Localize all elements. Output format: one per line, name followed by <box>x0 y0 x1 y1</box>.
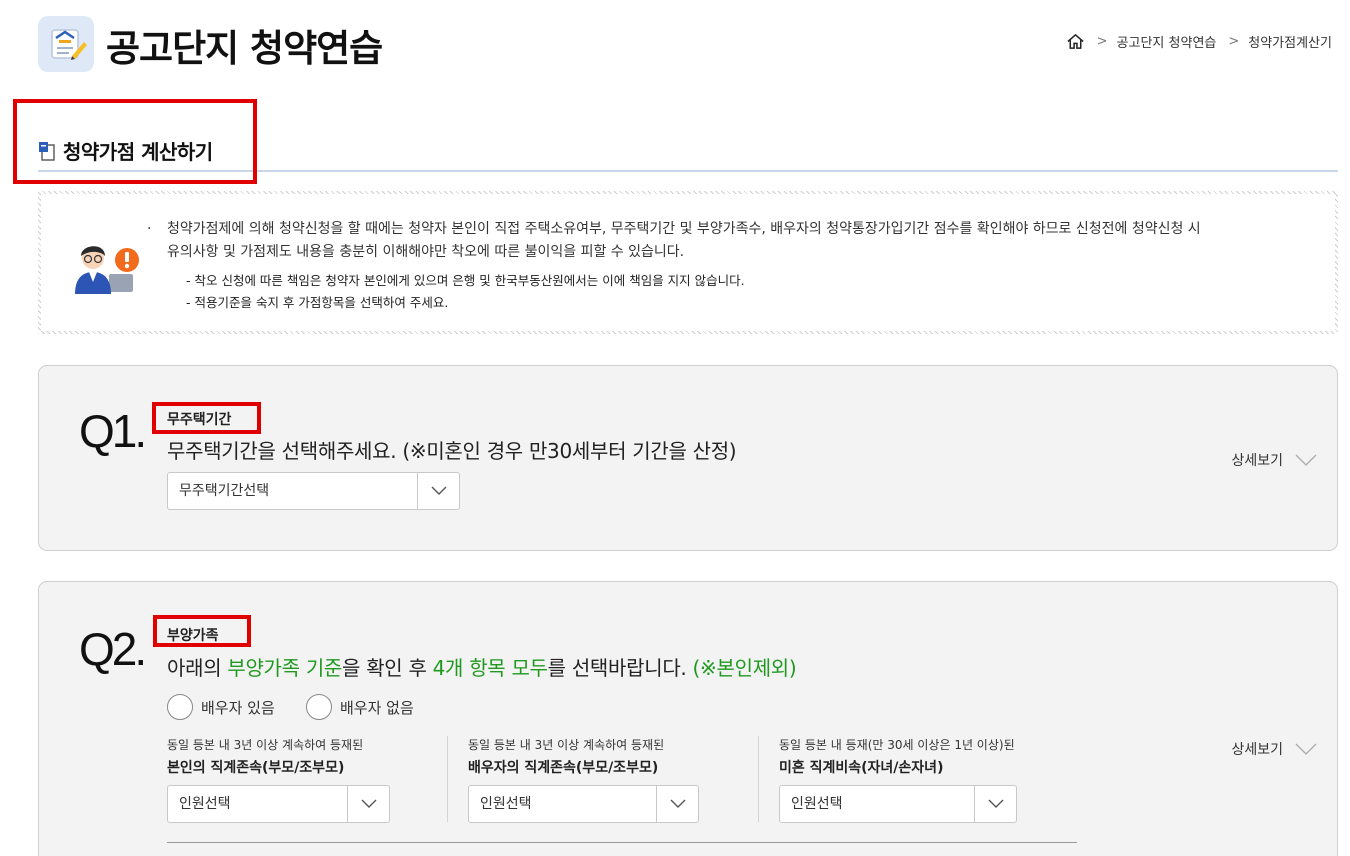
q2-detail-toggle[interactable]: 상세보기 <box>1231 739 1317 759</box>
column-desc: 동일 등본 내 3년 이상 계속하여 등재된 <box>468 738 665 752</box>
column-desc: 동일 등본 내 3년 이상 계속하여 등재된 <box>167 738 364 752</box>
family-column-self-ancestors: 동일 등본 내 3년 이상 계속하여 등재된 본인의 직계존속(부모/조부모) <box>167 736 363 777</box>
q2-divider <box>167 842 1077 843</box>
chevron-down-icon[interactable] <box>417 473 459 509</box>
chevron-down-icon <box>1295 454 1317 466</box>
app-logo-icon <box>38 16 94 72</box>
chevron-right-icon: > <box>1228 34 1240 49</box>
column-label: 배우자의 직계존속(부모/조부모) <box>468 760 659 776</box>
notice-bullet: · <box>147 221 152 237</box>
family-column-descendants: 동일 등본 내 등재(만 30세 이상은 1년 이상)된 미혼 직계비속(자녀/… <box>779 736 1015 777</box>
q2-question-part: 아래의 <box>167 656 228 680</box>
q1-detail-label: 상세보기 <box>1231 453 1283 469</box>
q2-number: Q2. <box>79 623 147 675</box>
radio-spouse-yes-label: 배우자 있음 <box>201 698 275 717</box>
page-title: 공고단지 청약연습 <box>106 27 383 70</box>
q2-question-part: 를 선택바랍니다. <box>547 656 693 680</box>
q2-question-note: (※본인제외) <box>692 656 797 680</box>
notice-box: · 청약가점제에 의해 청약신청을 할 때에는 청약자 본인이 직접 주택소유여… <box>38 191 1338 334</box>
radio-circle[interactable] <box>167 694 193 720</box>
column-label: 본인의 직계존속(부모/조부모) <box>167 760 345 776</box>
q2-question-part: 을 확인 후 <box>342 656 433 680</box>
home-icon[interactable] <box>1066 32 1085 51</box>
breadcrumb-item-notice[interactable]: 공고단지 청약연습 <box>1117 32 1217 51</box>
column-label: 미혼 직계비속(자녀/손자녀) <box>779 760 944 776</box>
dependents-criteria-link: 부양가족 기준 <box>227 656 343 680</box>
select-value: 인원선택 <box>791 796 843 812</box>
q1-question: 무주택기간을 선택해주세요. (※미혼인 경우 만30세부터 기간을 산정) <box>167 439 737 463</box>
homeless-period-select-value: 무주택기간선택 <box>179 483 270 499</box>
highlight-q1-tag <box>152 402 261 434</box>
person-warning-icon <box>75 246 139 294</box>
q2-question-emphasis: 4개 항목 모두 <box>432 656 548 680</box>
select-value: 인원선택 <box>179 796 231 812</box>
radio-spouse-no[interactable]: 배우자 없음 <box>306 694 414 720</box>
radio-circle[interactable] <box>306 694 332 720</box>
q2-question: 아래의 부양가족 기준을 확인 후 4개 항목 모두를 선택바랍니다. (※본인… <box>167 652 797 681</box>
breadcrumb-item-calculator[interactable]: 청약가점계산기 <box>1248 32 1332 51</box>
notice-line-2: 유의사항 및 가점제도 내용을 충분히 이해해야만 착오에 따른 불이익을 피할… <box>167 244 685 260</box>
column-desc: 동일 등본 내 등재(만 30세 이상은 1년 이상)된 <box>779 738 1015 752</box>
spouse-ancestors-select[interactable]: 인원선택 <box>468 785 699 823</box>
notice-main-text: · 청약가점제에 의해 청약신청을 할 때에는 청약자 본인이 직접 주택소유여… <box>147 218 1307 264</box>
q1-number: Q1. <box>79 405 147 457</box>
notice-sub-2: - 적용기준을 숙지 후 가점항목을 선택하여 주세요. <box>186 295 449 310</box>
radio-spouse-yes[interactable]: 배우자 있음 <box>167 694 275 720</box>
chevron-down-icon[interactable] <box>656 786 698 822</box>
homeless-period-select[interactable]: 무주택기간선택 <box>167 472 460 510</box>
chevron-right-icon: > <box>1096 34 1108 49</box>
radio-spouse-no-label: 배우자 없음 <box>340 698 414 717</box>
notice-line-1: 청약가점제에 의해 청약신청을 할 때에는 청약자 본인이 직접 주택소유여부,… <box>167 221 1201 237</box>
self-ancestors-select[interactable]: 인원선택 <box>167 785 390 823</box>
chevron-down-icon[interactable] <box>347 786 389 822</box>
breadcrumb: > 공고단지 청약연습 > 청약가점계산기 <box>1066 32 1332 51</box>
family-column-spouse-ancestors: 동일 등본 내 3년 이상 계속하여 등재된 배우자의 직계존속(부모/조부모) <box>468 736 664 777</box>
highlight-section-title <box>13 99 257 184</box>
notice-sub-1: - 착오 신청에 따른 책임은 청약자 본인에게 있으며 은행 및 한국부동산원… <box>186 273 745 288</box>
chevron-down-icon[interactable] <box>974 786 1016 822</box>
highlight-q2-tag <box>153 615 251 647</box>
chevron-down-icon <box>1295 743 1317 755</box>
column-divider <box>447 736 448 822</box>
column-divider <box>758 736 759 822</box>
select-value: 인원선택 <box>480 796 532 812</box>
q1-card: Q1. 무주택기간 무주택기간을 선택해주세요. (※미혼인 경우 만30세부터… <box>38 365 1338 551</box>
q1-detail-toggle[interactable]: 상세보기 <box>1231 450 1317 470</box>
descendants-select[interactable]: 인원선택 <box>779 785 1017 823</box>
q2-detail-label: 상세보기 <box>1231 742 1283 758</box>
